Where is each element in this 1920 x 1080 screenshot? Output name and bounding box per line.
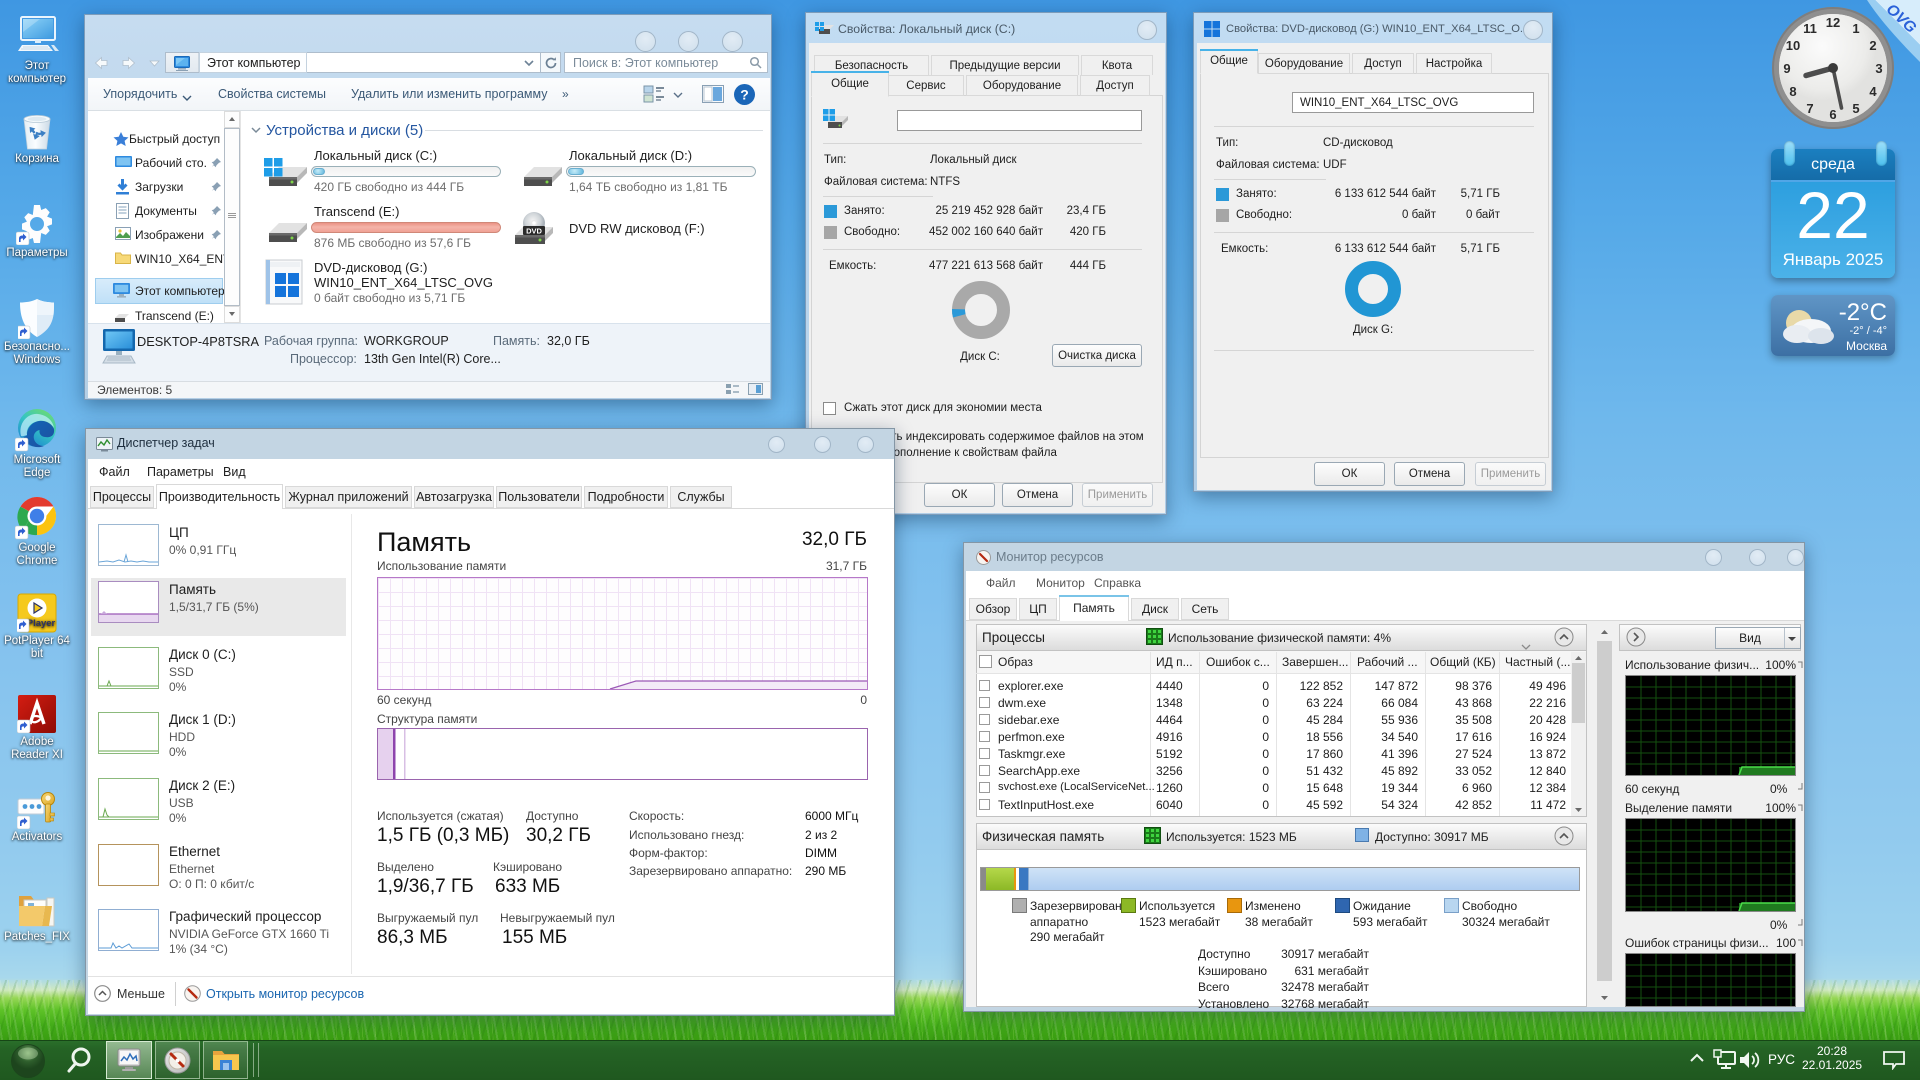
svg-text:4: 4 bbox=[1869, 84, 1877, 99]
svg-text:6: 6 bbox=[1829, 107, 1836, 122]
svg-text:9: 9 bbox=[1783, 61, 1790, 76]
svg-text:8: 8 bbox=[1789, 84, 1796, 99]
svg-text:12: 12 bbox=[1826, 15, 1840, 30]
svg-text:10: 10 bbox=[1786, 38, 1800, 53]
svg-text:1: 1 bbox=[1852, 21, 1859, 36]
svg-text:5: 5 bbox=[1852, 101, 1859, 116]
svg-text:7: 7 bbox=[1806, 101, 1813, 116]
svg-text:2: 2 bbox=[1869, 38, 1876, 53]
svg-text:DVD: DVD bbox=[526, 227, 542, 236]
svg-text:11: 11 bbox=[1803, 21, 1817, 36]
svg-text:3: 3 bbox=[1875, 61, 1882, 76]
svg-text:Player: Player bbox=[27, 618, 56, 629]
svg-text:?: ? bbox=[740, 87, 749, 103]
